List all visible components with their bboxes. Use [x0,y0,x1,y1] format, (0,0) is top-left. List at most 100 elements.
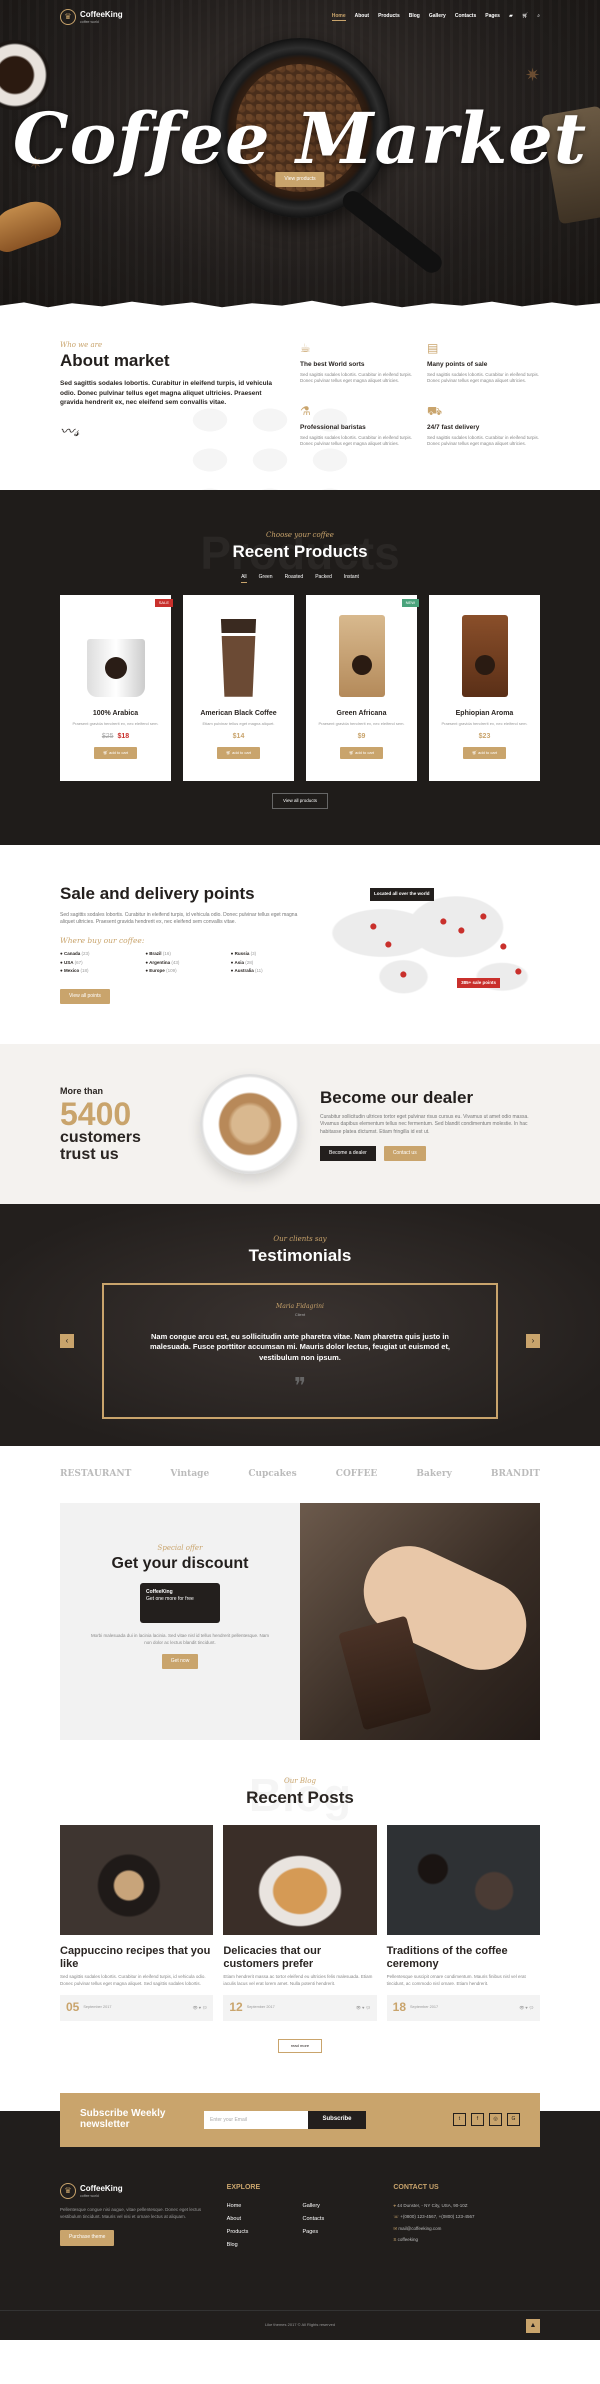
point-item[interactable]: ● Australia (11) [231,968,310,975]
view-all-points-button[interactable]: View all points [60,988,110,1005]
point-item[interactable]: ● Mexico (18) [60,968,139,975]
get-now-button[interactable]: Get now [161,1654,199,1670]
product-card[interactable]: American Black Coffee Etiam pulvinar tel… [183,594,294,781]
discount-title: Get your discount [111,1555,249,1573]
skype-line[interactable]: S coffeeking [393,2237,540,2244]
map-pin-icon[interactable]: ⬤ [370,923,377,932]
filter-packed[interactable]: Packed [315,574,332,582]
map-pin-icon[interactable]: ⬤ [480,913,487,922]
product-card[interactable]: NEW Green Africana Praesent gravida hend… [306,594,419,781]
google-plus-icon[interactable]: G [507,2113,520,2127]
post-title[interactable]: Cappuccino recipes that you like [60,1945,213,1970]
brand-logo[interactable]: RESTAURANT [60,1468,131,1481]
products-section: Products Choose your coffee Recent Produ… [0,489,600,846]
product-card[interactable]: SALE 100% Arabica Praesent gravida hendr… [60,594,173,781]
product-name[interactable]: Ephiopian Aroma [435,709,534,719]
post-meta: 12 September 2017 👁︎ ♥ 💬︎ [223,1995,377,2021]
read-more-button[interactable]: read more [277,2038,323,2053]
cappuccino-image[interactable] [60,1825,214,1936]
brand-logo[interactable]: Vintage [170,1468,209,1481]
subscribe-button[interactable]: Subscribe [308,2110,366,2129]
point-item[interactable]: ● Russia (3) [231,951,310,958]
blog-post[interactable]: Delicacies that our customers prefer Eti… [223,1825,377,2021]
brand-logo[interactable]: COFFEE [336,1468,378,1481]
footer-link[interactable]: Home [227,2203,298,2211]
purchase-theme-button[interactable]: Purchase theme [60,2230,115,2246]
blog-post[interactable]: Cappuccino recipes that you like Sed sag… [60,1825,214,2021]
add-to-cart-button[interactable]: 🛒︎ add to cart [216,746,261,759]
footer-link[interactable]: Blog [227,2242,298,2250]
brand-logo[interactable]: Bakery [416,1468,451,1481]
view-products-button[interactable]: View products [275,172,325,188]
footer-link[interactable]: Contacts [303,2216,374,2224]
contact-us-button[interactable]: Contact us [383,1145,426,1162]
post-title[interactable]: Delicacies that our customers prefer [223,1945,376,1970]
nav-home[interactable]: Home [331,13,346,22]
map-pin-icon[interactable]: ⬤ [458,927,465,936]
newsletter-email-input[interactable]: Enter your Email [204,2110,308,2129]
map-pin-icon[interactable]: ⬤ [385,941,392,950]
point-item[interactable]: ● Brazil (16) [145,951,224,958]
language-flag-icon[interactable]: ▰ [509,13,513,20]
back-to-top-icon[interactable]: ▲ [526,2318,540,2333]
footer-link[interactable]: Gallery [303,2203,374,2211]
instagram-icon[interactable]: ◎ [489,2113,502,2127]
feature-item: ⛟ 24/7 fast delivery Sed sagittis sodale… [427,403,540,448]
feature-text: Sed sagittis sodales lobortis. Curabitur… [427,434,540,447]
delivery-truck-icon: ⛟ [427,403,443,418]
search-icon[interactable]: ⌕ [537,13,540,20]
map-pin-icon[interactable]: ⬤ [400,971,407,980]
product-card[interactable]: Ephiopian Aroma Praesent gravida hendrer… [429,594,540,781]
filter-all[interactable]: All [241,574,247,583]
filter-roasted[interactable]: Roasted [285,574,304,582]
point-item[interactable]: ● Canada (23) [60,951,139,958]
nav-pages[interactable]: Pages [485,13,500,20]
coffee-ceremony-image[interactable] [386,1825,540,1936]
nav-about[interactable]: About [355,13,369,20]
map-pin-icon[interactable]: ⬤ [500,943,507,952]
point-item[interactable]: ● Europe (109) [145,968,224,975]
feature-item: ☕︎ The best World sorts Sed sagittis sod… [300,340,413,385]
crown-icon: ♛ [60,9,76,25]
nav-blog[interactable]: Blog [409,13,420,20]
footer-link[interactable]: About [227,2216,298,2224]
footer-link[interactable]: Pages [303,2229,374,2237]
add-to-cart-button[interactable]: 🛒︎ add to cart [93,746,138,759]
become-dealer-button[interactable]: Become a dealer [320,1145,376,1162]
add-to-cart-button[interactable]: 🛒︎ add to cart [462,746,507,759]
facebook-icon[interactable]: f [471,2113,484,2127]
point-item[interactable]: ● Argentina (43) [145,960,224,967]
filter-green[interactable]: Green [259,574,273,582]
post-title[interactable]: Traditions of the coffee ceremony [387,1945,540,1970]
logo[interactable]: ♛ CoffeeKing coffee world [60,9,123,26]
add-to-cart-button[interactable]: 🛒︎ add to cart [339,746,384,759]
nav-contacts[interactable]: Contacts [455,13,476,20]
footer-link[interactable]: Products [227,2229,298,2237]
post-excerpt: Pellentesque suscipit ornare condimentum… [386,1974,526,1986]
point-item[interactable]: ● Asia (28) [231,960,310,967]
pancakes-image[interactable] [223,1825,377,1936]
product-name[interactable]: American Black Coffee [189,709,288,719]
anise-star-icon: ✷ [525,65,541,85]
signature-image: 〰︎𝓈 [60,424,80,441]
product-name[interactable]: Green Africana [312,709,411,719]
next-arrow-icon[interactable]: › [526,1334,540,1349]
blog-post[interactable]: Traditions of the coffee ceremony Pellen… [386,1825,540,2021]
twitter-icon[interactable]: t [453,2113,466,2127]
brand-logo[interactable]: BRANDIT [491,1468,540,1481]
filter-instant[interactable]: Instant [344,574,359,582]
map-pin-icon[interactable]: ⬤ [515,968,522,977]
footer-logo[interactable]: ♛ CoffeeKing coffee world [60,2182,207,2200]
email-line[interactable]: ✉ mail@coffeeking.com [393,2226,540,2233]
nav-products[interactable]: Products [378,13,400,20]
view-all-products-button[interactable]: View all products [272,792,328,810]
copyright-bar: Like themes 2017 © All Rights reserved ▲ [0,2309,600,2340]
prev-arrow-icon[interactable]: ‹ [60,1334,74,1349]
product-name[interactable]: 100% Arabica [66,709,165,719]
brand-logo[interactable]: Cupcakes [248,1468,296,1481]
nav-gallery[interactable]: Gallery [429,13,446,20]
post-day: 05 [66,2000,80,2015]
map-pin-icon[interactable]: ⬤ [440,918,447,927]
cart-icon[interactable]: 🛒︎ [522,13,528,20]
point-item[interactable]: ● USA (67) [60,960,139,967]
